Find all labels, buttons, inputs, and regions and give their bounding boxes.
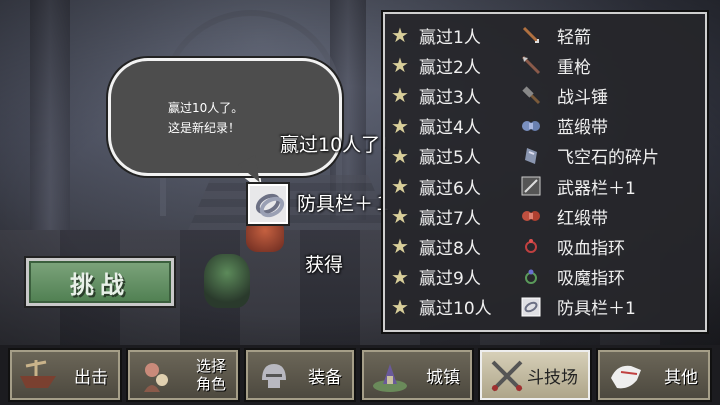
obtained-label: 获得: [305, 254, 344, 276]
bottom-menu: 出击 选择 角色 装备 城镇 斗技场 其他: [0, 345, 720, 405]
reward-label: 防具栏＋１: [297, 193, 393, 215]
star-icon: ★: [391, 143, 409, 168]
star-icon: ★: [391, 23, 409, 48]
boat-icon: [18, 356, 58, 396]
star-icon: ★: [391, 83, 409, 108]
reward-item-name: 轻箭: [557, 27, 591, 48]
equipment-label: 装备: [308, 367, 342, 388]
star-icon: ★: [391, 294, 409, 319]
crossed-swords-icon: [488, 356, 528, 396]
challenge-button[interactable]: 挑战: [26, 258, 174, 306]
reward-row: ★ 赢过3人 战斗锤: [385, 80, 705, 110]
sortie-label: 出击: [74, 367, 108, 388]
town-label: 城镇: [426, 367, 460, 388]
vampire-ring-icon: [521, 236, 541, 256]
reward-item-name: 重枪: [557, 57, 591, 78]
ring-icon: [248, 184, 288, 224]
reward-row: ★ 赢过10人 防具栏＋1: [385, 292, 705, 322]
speech-line-1: 赢过10人了。: [168, 101, 244, 115]
speech-bubble-text: 赢过10人了。 这是新纪录！: [168, 98, 288, 138]
reward-condition: 赢过9人: [419, 269, 481, 290]
reward-item-name: 防具栏＋1: [557, 299, 636, 320]
equipment-button[interactable]: 装备: [246, 350, 354, 400]
spear-icon: [521, 55, 541, 75]
other-button[interactable]: 其他: [598, 350, 710, 400]
star-icon: ★: [391, 234, 409, 259]
arena-button[interactable]: 斗技场: [480, 350, 590, 400]
town-button[interactable]: 城镇: [362, 350, 472, 400]
reward-row: ★ 赢过8人 吸血指环: [385, 231, 705, 261]
reward-condition: 赢过4人: [419, 118, 481, 139]
reward-condition: 赢过10人: [419, 299, 492, 320]
character-select-icon: [136, 356, 176, 396]
reward-row: ★ 赢过7人 红缎带: [385, 201, 705, 231]
arrow-icon: [521, 25, 541, 45]
helmet-icon: [254, 356, 294, 396]
reward-item-name: 武器栏＋1: [557, 178, 636, 199]
red-ribbon-icon: [521, 206, 541, 226]
reward-row: ★ 赢过5人 飞空石的碎片: [385, 141, 705, 171]
reward-condition: 赢过1人: [419, 27, 481, 48]
reward-item-name: 吸血指环: [557, 238, 625, 259]
reward-row: ★ 赢过2人 重枪: [385, 50, 705, 80]
stone-shard-icon: [521, 146, 541, 166]
blue-ribbon-icon: [521, 116, 541, 136]
win-announcement: 赢过10人了！: [280, 134, 400, 156]
glove-icon: [606, 356, 646, 396]
other-label: 其他: [664, 367, 698, 388]
reward-condition: 赢过6人: [419, 178, 481, 199]
reward-row: ★ 赢过1人 轻箭: [385, 20, 705, 50]
game-screen: 赢过10人了。 这是新纪录！ 赢过10人了！ 防具栏＋１ 获得 挑战 ★ 赢过1人…: [0, 0, 720, 405]
select-character-button[interactable]: 选择 角色: [128, 350, 238, 400]
hammer-icon: [521, 85, 541, 105]
reward-condition: 赢过7人: [419, 208, 481, 229]
arena-label: 斗技场: [527, 367, 578, 388]
star-icon: ★: [391, 204, 409, 229]
reward-condition: 赢过2人: [419, 57, 481, 78]
reward-row: ★ 赢过4人 蓝缎带: [385, 111, 705, 141]
reward-item-name: 吸魔指环: [557, 269, 625, 290]
opponent-character: [204, 254, 250, 308]
reward-condition: 赢过5人: [419, 148, 481, 169]
star-icon: ★: [391, 53, 409, 78]
reward-condition: 赢过3人: [419, 87, 481, 108]
select-label-line1: 选择: [195, 357, 226, 375]
reward-item-name: 蓝缎带: [557, 118, 608, 139]
reward-item-name: 红缎带: [557, 208, 608, 229]
reward-row: ★ 赢过6人 武器栏＋1: [385, 171, 705, 201]
reward-list-panel: ★ 赢过1人 轻箭 ★ 赢过2人 重枪 ★ 赢过3人 战斗锤 ★ 赢过4人 蓝缎带 ★ 赢过5人 飞空石的碎…: [383, 12, 707, 332]
sortie-button[interactable]: 出击: [10, 350, 120, 400]
star-icon: ★: [391, 113, 409, 138]
select-label-line2: 角色: [195, 375, 226, 393]
star-icon: ★: [391, 264, 409, 289]
armor-slot-icon: [521, 297, 541, 317]
reward-row: ★ 赢过9人 吸魔指环: [385, 262, 705, 292]
star-icon: ★: [391, 174, 409, 199]
reward-item-name: 战斗锤: [557, 87, 608, 108]
reward-item-name: 飞空石的碎片: [557, 148, 659, 169]
weapon-slot-icon: [521, 176, 541, 196]
mana-ring-icon: [521, 267, 541, 287]
reward-condition: 赢过8人: [419, 238, 481, 259]
town-icon: [370, 356, 410, 396]
speech-line-2: 这是新纪录！: [168, 121, 241, 135]
